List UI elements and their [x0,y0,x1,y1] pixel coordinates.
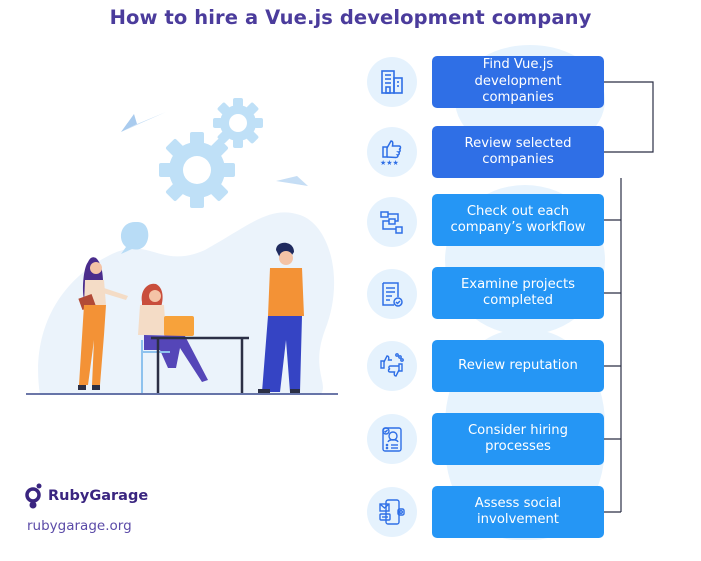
step-7-box: Assess social involvement [432,486,604,538]
step-2-icon-circle: ★★★ [367,127,417,177]
step-3-icon-circle [367,197,417,247]
step-7-icon-circle [367,487,417,537]
step-4-box: Examine projects completed [432,267,604,319]
brand-site-link[interactable]: rubygarage.org [27,518,132,534]
document-check-icon [382,282,403,307]
step-6-icon-circle [367,414,417,464]
resume-profile-icon [382,427,402,452]
step-4-icon-circle [367,269,417,319]
step-6-box: Consider hiring processes [432,413,604,465]
smartphone-social-icon [379,499,405,525]
workflow-icon [380,211,403,234]
connector-top [604,81,654,153]
thumbs-up-down-icon [380,353,404,377]
step-1-box: Find Vue.js development companies [432,56,604,108]
svg-text:★★★: ★★★ [380,159,399,167]
rubygarage-logo: RubyGarage [24,483,148,509]
step-5-icon-circle [367,341,417,391]
step-5-box: Review reputation [432,340,604,392]
thumbs-up-stars-icon: ★★★ [380,140,402,167]
step-1-icon-circle [367,57,417,107]
rubygarage-logo-icon [25,483,42,509]
brand-name: RubyGarage [48,488,149,504]
step-2-box: Review selected companies [432,126,604,178]
step-3-box: Check out each company’s workflow [432,194,604,246]
buildings-icon [381,70,403,94]
